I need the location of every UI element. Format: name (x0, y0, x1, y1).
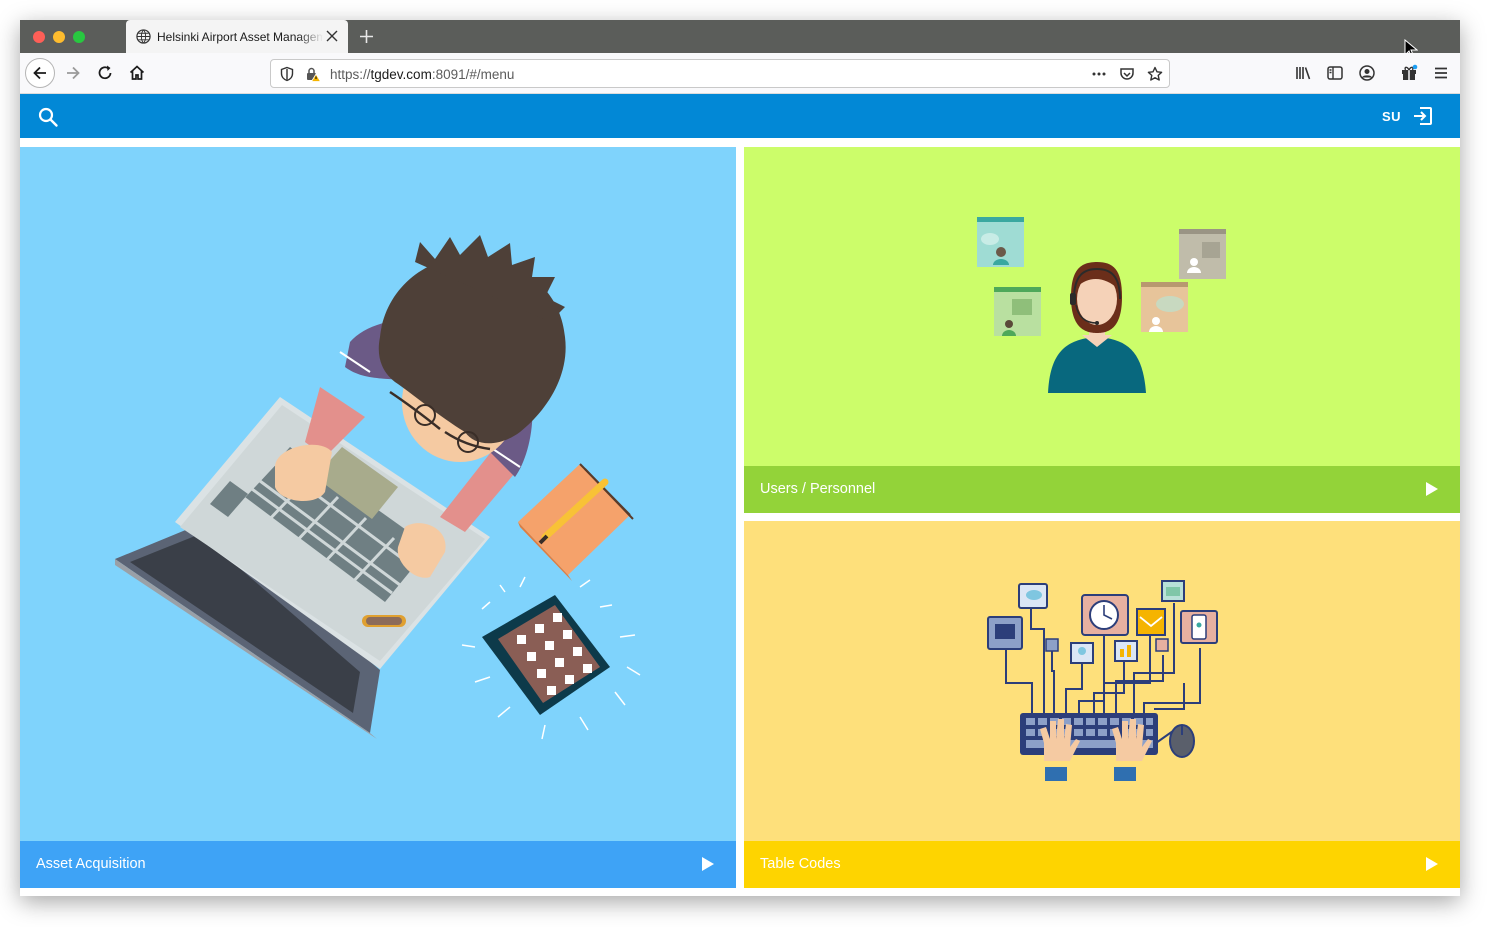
sidebar-icon[interactable] (1326, 64, 1344, 82)
account-icon[interactable] (1358, 64, 1376, 82)
tile-codes-label: Table Codes (760, 856, 841, 872)
tile-codes-footer[interactable]: Table Codes (744, 841, 1460, 888)
support-agent-illustration (977, 217, 1226, 393)
tile-users-label: Users / Personnel (760, 481, 876, 497)
url-host: tgdev.com (370, 67, 432, 82)
logout-icon[interactable] (1412, 105, 1434, 127)
reload-icon (98, 65, 112, 80)
url-text[interactable]: https://tgdev.com:8091/#/menu (330, 67, 514, 82)
more-icon[interactable] (1091, 66, 1107, 82)
chat-window-icon (977, 217, 1024, 267)
tile-asset-acquisition[interactable]: Asset Acquisition (20, 147, 736, 888)
calendar-icon (1161, 580, 1185, 602)
pocket-icon[interactable] (1119, 66, 1135, 82)
forward-icon (67, 66, 80, 80)
tile-users-personnel[interactable]: Users / Personnel (744, 147, 1460, 513)
user-profile-icon (1070, 642, 1094, 664)
mouse-icon (1169, 724, 1195, 758)
mail-icon (1136, 608, 1166, 636)
tile-users-footer[interactable]: Users / Personnel (744, 466, 1460, 513)
notebook-icon (518, 463, 634, 581)
play-arrow-icon[interactable] (1426, 857, 1438, 871)
minimize-window-button[interactable] (53, 31, 65, 43)
close-window-button[interactable] (33, 31, 45, 43)
chat-bubble-icon (1018, 583, 1048, 609)
browser-tab[interactable]: Helsinki Airport Asset Management (126, 20, 348, 53)
forward-button[interactable] (58, 58, 88, 88)
back-button[interactable] (25, 58, 55, 88)
smartphone-icon (1180, 610, 1218, 644)
star-icon[interactable] (1147, 66, 1163, 82)
back-icon (33, 66, 46, 80)
user-initials[interactable]: SU (1382, 109, 1401, 124)
library-icon[interactable] (1294, 64, 1312, 82)
tile-table-codes[interactable]: Table Codes (744, 521, 1460, 888)
chart-icon (1114, 640, 1138, 662)
chat-window-icon (1179, 229, 1226, 279)
url-scheme: https:// (330, 67, 371, 82)
home-icon (129, 65, 145, 80)
shield-icon[interactable] (279, 66, 295, 82)
menu-icon[interactable] (1432, 64, 1450, 82)
navigation-bar: https://tgdev.com:8091/#/menu (20, 53, 1460, 94)
cpu-chip-icon (461, 576, 641, 740)
extensions-icon[interactable] (1400, 64, 1418, 82)
clock-icon (1081, 594, 1129, 636)
play-arrow-icon[interactable] (1426, 482, 1438, 496)
chat-window-icon (1141, 282, 1188, 332)
tile-asset-label: Asset Acquisition (36, 856, 146, 872)
address-bar[interactable]: https://tgdev.com:8091/#/menu (270, 59, 1170, 88)
play-arrow-icon[interactable] (702, 857, 714, 871)
home-button[interactable] (122, 58, 152, 88)
keyboard-network-illustration (987, 580, 1218, 781)
globe-icon (136, 29, 151, 44)
app-header: SU (20, 94, 1460, 138)
tab-strip: Helsinki Airport Asset Management (20, 20, 1460, 59)
developer-laptop-illustration (115, 235, 641, 740)
tab-title: Helsinki Airport Asset Management (157, 30, 323, 44)
reload-button[interactable] (90, 58, 120, 88)
search-icon[interactable] (37, 106, 59, 128)
tab-close-icon[interactable] (325, 29, 339, 43)
zoom-window-button[interactable] (73, 31, 85, 43)
tile-asset-footer[interactable]: Asset Acquisition (20, 841, 736, 888)
briefcase-icon (987, 616, 1023, 650)
support-agent-icon (1048, 262, 1146, 393)
url-path: :8091/#/menu (431, 67, 515, 82)
lock-warning-icon[interactable] (305, 66, 321, 82)
chat-window-icon (994, 287, 1041, 336)
new-tab-icon[interactable] (358, 28, 375, 45)
browser-window: Helsinki Airport Asset Management (20, 20, 1460, 896)
